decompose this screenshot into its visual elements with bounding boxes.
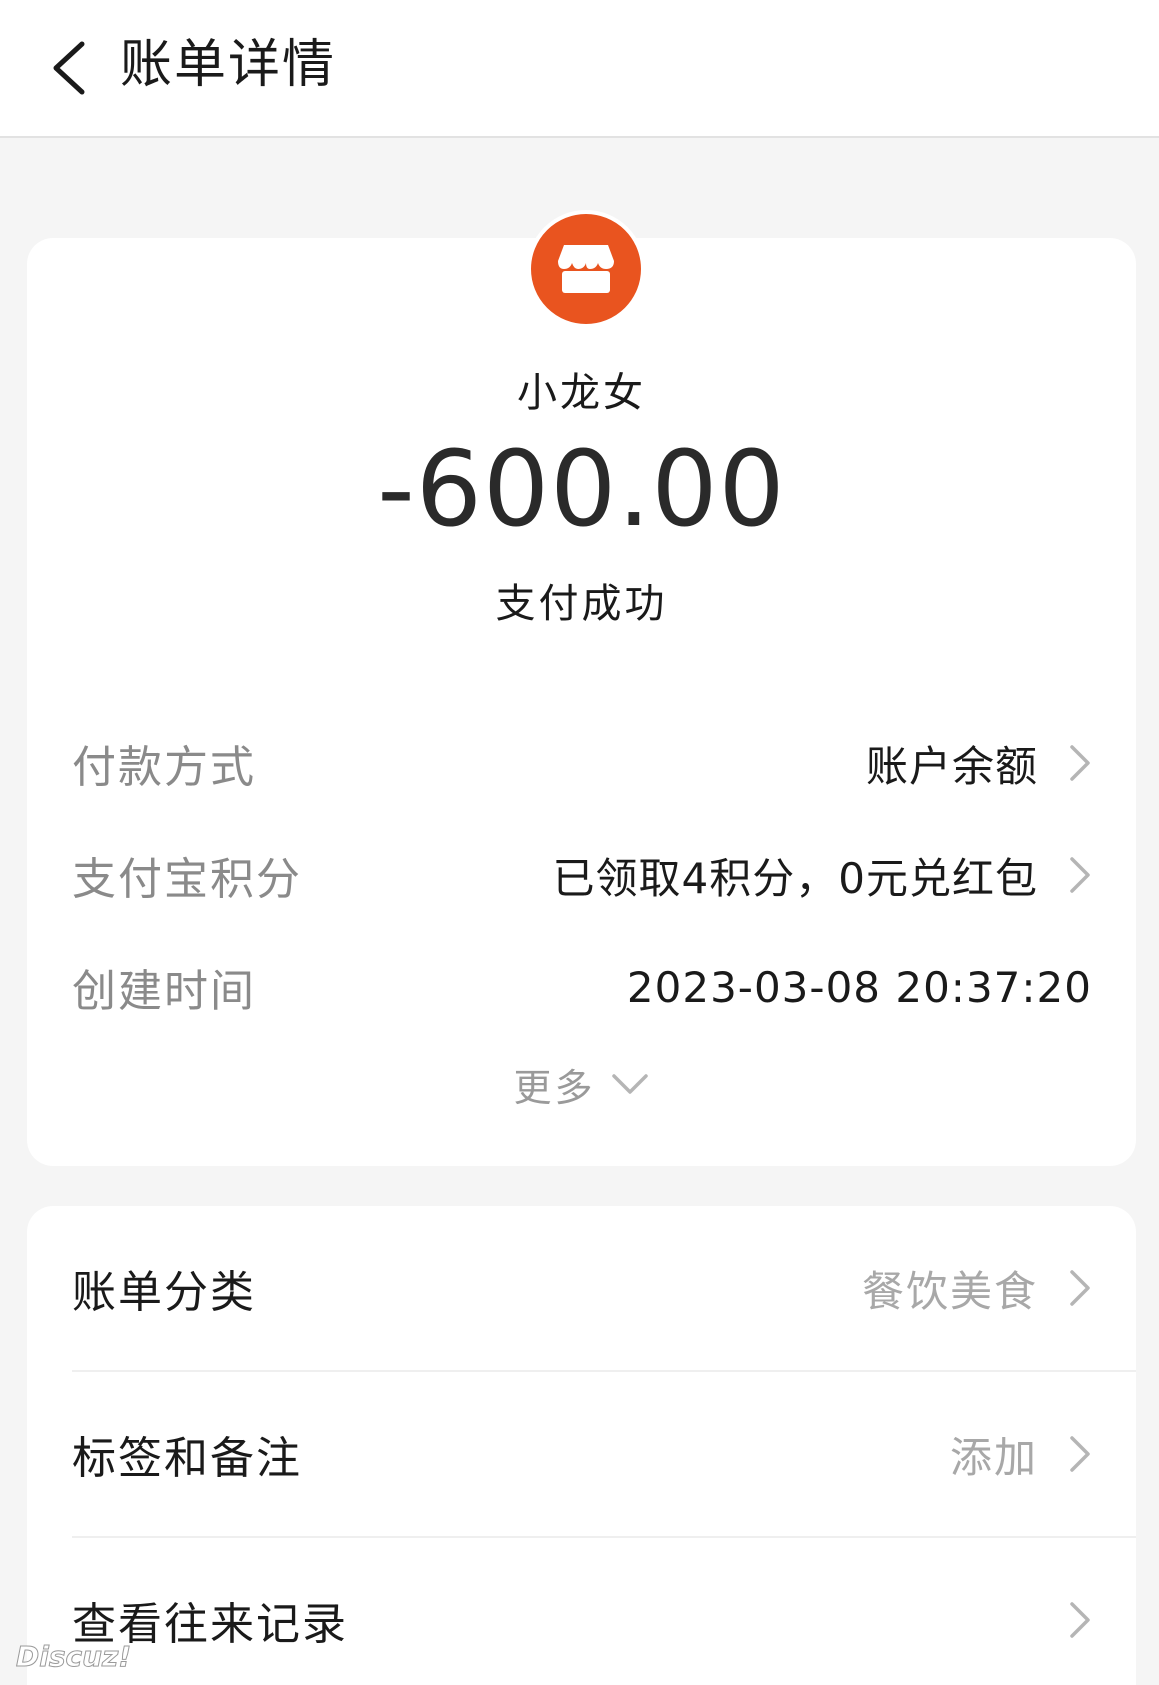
transaction-amount: -600.00 <box>377 428 786 550</box>
chevron-right-icon <box>1068 1268 1092 1308</box>
transaction-history-row[interactable]: 查看往来记录 <box>72 1580 1092 1660</box>
watermark: Discuz! <box>15 1640 132 1674</box>
payment-method-label: 付款方式 <box>72 742 256 793</box>
top-bar: 账单详情 <box>0 0 1159 138</box>
points-row[interactable]: 支付宝积分 已领取4积分，0元兑红包 <box>72 840 1092 910</box>
more-label: 更多 <box>513 1065 596 1110</box>
more-button[interactable]: 更多 <box>27 1054 1136 1114</box>
chevron-right-icon <box>1068 743 1092 783</box>
page-title: 账单详情 <box>120 35 337 95</box>
actions-card: 账单分类 餐饮美食 标签和备注 添加 查看往来记录 <box>27 1206 1136 1685</box>
chevron-down-icon <box>611 1074 648 1094</box>
chevron-left-icon <box>53 41 85 95</box>
back-button[interactable] <box>28 28 108 108</box>
tags-notes-value: 添加 <box>949 1432 1038 1482</box>
chevron-right-icon <box>1068 855 1092 895</box>
payment-status: 支付成功 <box>495 581 668 627</box>
bill-detail-page: 账单详情 小龙女 -600.00 支付成功 付款方式 账户余额 支付宝积分 已领… <box>0 0 1159 1685</box>
merchant-store-icon <box>527 210 645 328</box>
transaction-card: 小龙女 -600.00 支付成功 付款方式 账户余额 支付宝积分 已领取4积分，… <box>27 210 1136 1166</box>
chevron-right-icon <box>1068 1600 1092 1640</box>
created-time-value: 2023-03-08 20:37:20 <box>626 962 1092 1012</box>
points-value: 已领取4积分，0元兑红包 <box>552 853 1038 903</box>
tags-notes-row[interactable]: 标签和备注 添加 <box>72 1414 1092 1494</box>
payment-method-value: 账户余额 <box>865 741 1038 791</box>
created-time-label: 创建时间 <box>72 966 256 1017</box>
bill-category-value: 餐饮美食 <box>861 1266 1038 1316</box>
payment-method-row[interactable]: 付款方式 账户余额 <box>72 728 1092 798</box>
divider <box>72 1536 1136 1538</box>
bill-category-row[interactable]: 账单分类 餐饮美食 <box>72 1248 1092 1328</box>
points-label: 支付宝积分 <box>72 854 302 905</box>
merchant-name: 小龙女 <box>517 370 646 416</box>
bill-category-label: 账单分类 <box>72 1267 256 1318</box>
divider <box>72 1370 1136 1372</box>
chevron-right-icon <box>1068 1434 1092 1474</box>
created-time-row: 创建时间 2023-03-08 20:37:20 <box>72 952 1092 1022</box>
tags-notes-label: 标签和备注 <box>72 1433 302 1484</box>
